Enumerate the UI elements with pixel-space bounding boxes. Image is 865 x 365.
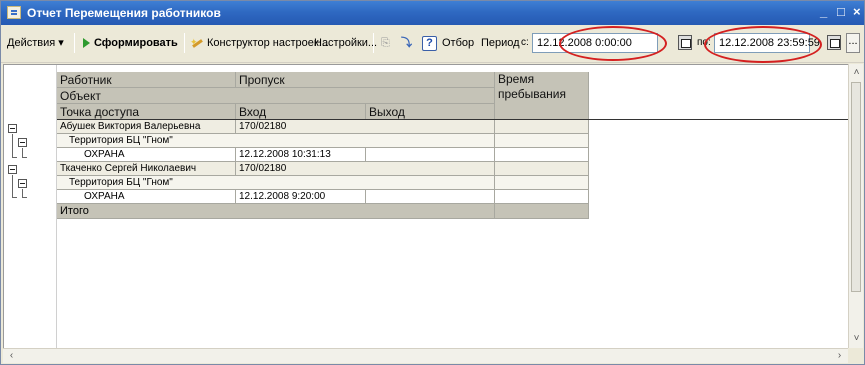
employee-cell[interactable]: Абушек Виктория Валерьевна: [57, 120, 236, 134]
tree-line: [22, 157, 27, 158]
report-icon: [7, 6, 21, 19]
toolbar-separator: [74, 33, 75, 53]
header-access-point: Точка доступа: [57, 104, 236, 120]
more-button[interactable]: ...: [846, 33, 860, 53]
calendar-icon[interactable]: [827, 35, 841, 50]
toolbar-separator: [184, 33, 185, 53]
entry-cell[interactable]: 12.12.2008 9:20:00: [236, 190, 366, 204]
settings-button[interactable]: Настройки...: [314, 34, 377, 52]
time-cell[interactable]: [495, 148, 589, 162]
header-pass: Пропуск: [236, 72, 495, 88]
generate-label: Сформировать: [94, 37, 178, 49]
close-button[interactable]: ×: [853, 5, 861, 19]
group-tree-pane: [4, 65, 57, 348]
help-icon: ?: [422, 36, 437, 51]
window-title: Отчет Перемещения работников: [27, 6, 221, 20]
actions-menu[interactable]: Действия ▾: [7, 34, 64, 52]
tree-line: [12, 175, 13, 197]
help-button[interactable]: ?: [422, 34, 437, 52]
calendar-icon[interactable]: [678, 35, 692, 50]
total-time-cell: [495, 204, 589, 219]
maximize-button[interactable]: □: [837, 5, 845, 19]
copy-icon[interactable]: ⎘: [381, 34, 390, 52]
highlight-circle-to: [704, 26, 822, 63]
vertical-scrollbar[interactable]: ˄ ˅: [848, 64, 863, 348]
object-cell[interactable]: Территория БЦ "Гном": [57, 134, 495, 148]
header-object: Объект: [57, 88, 495, 104]
exit-cell[interactable]: [366, 148, 495, 162]
period-from-suffix: с:: [521, 37, 529, 48]
collapse-icon[interactable]: [18, 138, 27, 147]
settings-designer-button[interactable]: Конструктор настроек...: [190, 33, 328, 52]
tree-line: [12, 134, 13, 157]
pass-cell[interactable]: 170/02180: [236, 120, 495, 134]
report-table: Работник Пропуск Время пребывания Объект…: [57, 72, 589, 219]
chevron-down-icon: ▾: [58, 37, 64, 49]
access-point-cell[interactable]: ОХРАНА: [57, 190, 236, 204]
scroll-right-icon[interactable]: ›: [832, 349, 847, 364]
total-row-label: Итого: [57, 204, 495, 219]
tree-line: [22, 189, 23, 197]
play-icon: [83, 38, 90, 49]
horizontal-scrollbar[interactable]: ‹ ›: [3, 348, 848, 363]
actions-label: Действия: [7, 37, 56, 49]
time-cell[interactable]: [495, 162, 589, 176]
period-label: Период: [481, 37, 520, 49]
time-cell[interactable]: [495, 120, 589, 134]
collapse-icon[interactable]: [8, 124, 17, 133]
minimize-button[interactable]: _: [820, 5, 827, 19]
header-divider-line: [57, 119, 848, 120]
scroll-down-icon[interactable]: ˅: [849, 332, 864, 347]
toolbar-separator: [373, 33, 374, 53]
wand-icon: [190, 33, 204, 51]
collapse-icon[interactable]: [8, 165, 17, 174]
generate-button[interactable]: Сформировать: [83, 34, 178, 52]
header-exit: Выход: [366, 104, 495, 120]
header-entry: Вход: [236, 104, 366, 120]
toolbar: Действия ▾ Сформировать Конструктор наст…: [1, 25, 864, 63]
title-bar: Отчет Перемещения работников _ □ ×: [1, 1, 864, 25]
highlight-circle-from: [559, 26, 667, 61]
pass-cell[interactable]: 170/02180: [236, 162, 495, 176]
sort-icon[interactable]: ⤵: [401, 34, 412, 52]
scroll-left-icon[interactable]: ‹: [4, 349, 19, 364]
settings-label: Настройки...: [314, 37, 378, 49]
employee-cell[interactable]: Ткаченко Сергей Николаевич: [57, 162, 236, 176]
exit-cell[interactable]: [366, 190, 495, 204]
collapse-icon[interactable]: [18, 179, 27, 188]
scrollbar-corner: [848, 348, 863, 363]
time-cell[interactable]: [495, 176, 589, 190]
header-employee: Работник: [57, 72, 236, 88]
scroll-thumb[interactable]: [851, 82, 861, 292]
time-cell[interactable]: [495, 190, 589, 204]
object-cell[interactable]: Территория БЦ "Гном": [57, 176, 495, 190]
tree-line: [12, 197, 17, 198]
tree-line: [22, 148, 23, 157]
tree-line: [22, 197, 27, 198]
tree-line: [12, 157, 17, 158]
filter-button[interactable]: Отбор: [442, 34, 474, 52]
entry-cell[interactable]: 12.12.2008 10:31:13: [236, 148, 366, 162]
access-point-cell[interactable]: ОХРАНА: [57, 148, 236, 162]
header-time: Время пребывания: [495, 72, 589, 120]
designer-label: Конструктор настроек...: [207, 37, 328, 49]
time-cell[interactable]: [495, 134, 589, 148]
scroll-up-icon[interactable]: ˄: [849, 66, 864, 81]
report-window: Отчет Перемещения работников _ □ × Дейст…: [0, 0, 865, 365]
filter-label: Отбор: [442, 37, 475, 49]
